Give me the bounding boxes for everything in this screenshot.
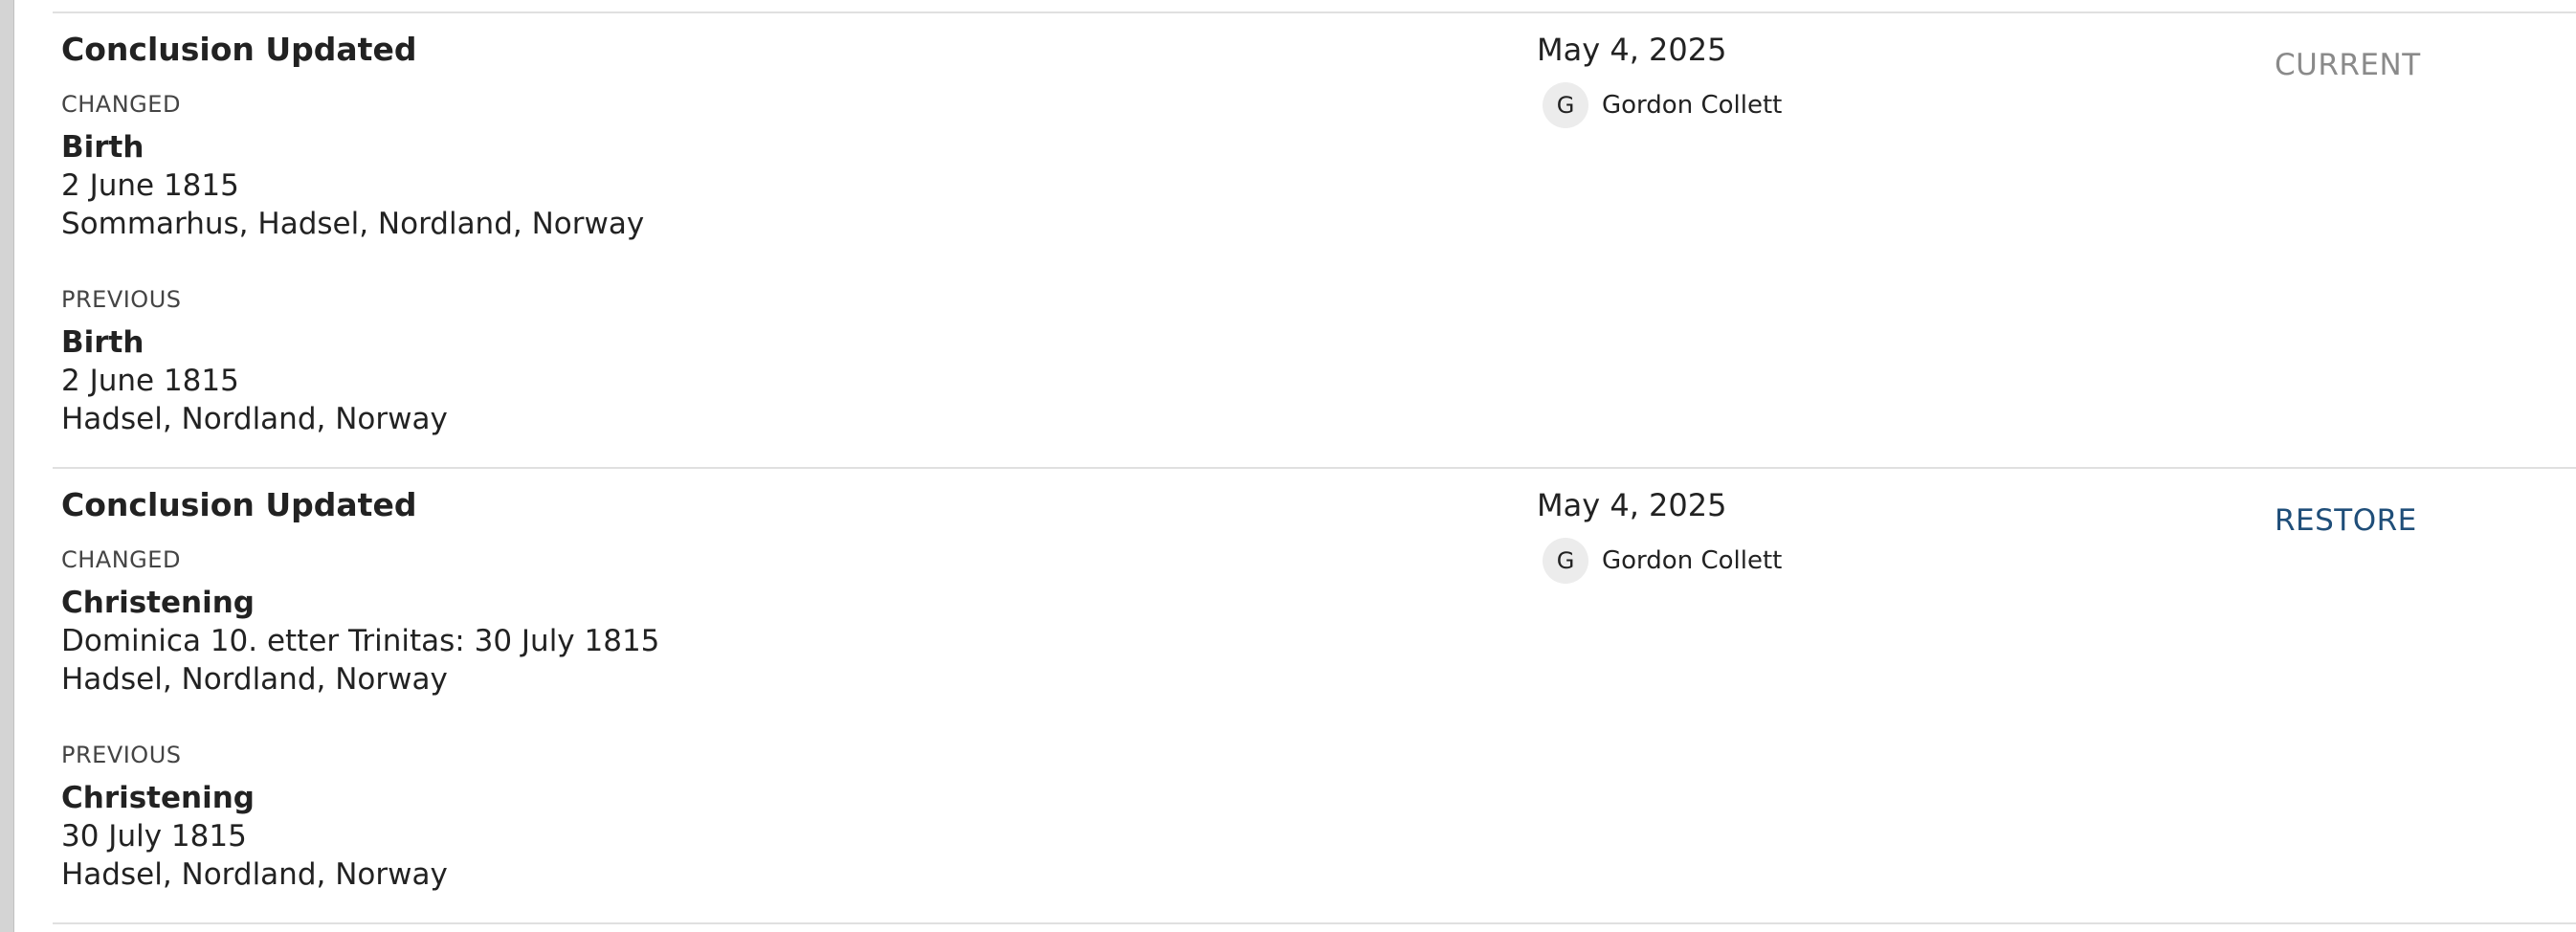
action-column: CURRENT [2275,48,2421,82]
change-log-entry: Conclusion Updated CHANGED Birth 2 June … [53,11,2576,467]
change-description: Conclusion Updated CHANGED Birth 2 June … [61,31,1497,438]
change-date: May 4, 2025 [1537,487,1727,523]
changed-event-place: Sommarhus, Hadsel, Nordland, Norway [61,207,645,241]
previous-event-date: 30 July 1815 [61,819,247,854]
contributor[interactable]: G Gordon Collett [1537,538,2207,584]
change-date: May 4, 2025 [1537,32,1727,68]
changed-event-place: Hadsel, Nordland, Norway [61,662,448,697]
previous-label: PREVIOUS [61,286,182,313]
change-history-view: Conclusion Updated CHANGED Birth 2 June … [0,0,2576,932]
avatar: G [1543,82,1588,128]
change-log-list: Conclusion Updated CHANGED Birth 2 June … [53,11,2576,924]
entry-title: Conclusion Updated [61,486,417,523]
previous-event-type: Christening [61,781,255,815]
previous-event-date: 2 June 1815 [61,364,239,398]
change-log-entry: Conclusion Updated CHANGED Christening D… [53,467,2576,924]
changed-event-date: Dominica 10. etter Trinitas: 30 July 181… [61,624,660,658]
change-metadata: May 4, 2025 G Gordon Collett [1537,31,2207,128]
changed-event-date: 2 June 1815 [61,168,239,203]
current-status-label: CURRENT [2275,48,2421,82]
avatar: G [1543,538,1588,584]
previous-event-type: Birth [61,325,144,360]
action-column: RESTORE [2275,503,2417,538]
contributor-name[interactable]: Gordon Collett [1602,91,1782,120]
contributor-name[interactable]: Gordon Collett [1602,546,1782,575]
left-rail [0,0,14,932]
entry-title: Conclusion Updated [61,31,417,68]
changed-label: CHANGED [61,91,181,118]
changed-label: CHANGED [61,546,181,573]
previous-label: PREVIOUS [61,742,182,768]
restore-button[interactable]: RESTORE [2275,503,2417,538]
change-metadata: May 4, 2025 G Gordon Collett [1537,486,2207,584]
previous-event-place: Hadsel, Nordland, Norway [61,857,448,892]
changed-event-type: Birth [61,130,144,165]
previous-event-place: Hadsel, Nordland, Norway [61,402,448,436]
contributor[interactable]: G Gordon Collett [1537,82,2207,128]
changed-event-type: Christening [61,586,255,620]
change-description: Conclusion Updated CHANGED Christening D… [61,486,1497,894]
